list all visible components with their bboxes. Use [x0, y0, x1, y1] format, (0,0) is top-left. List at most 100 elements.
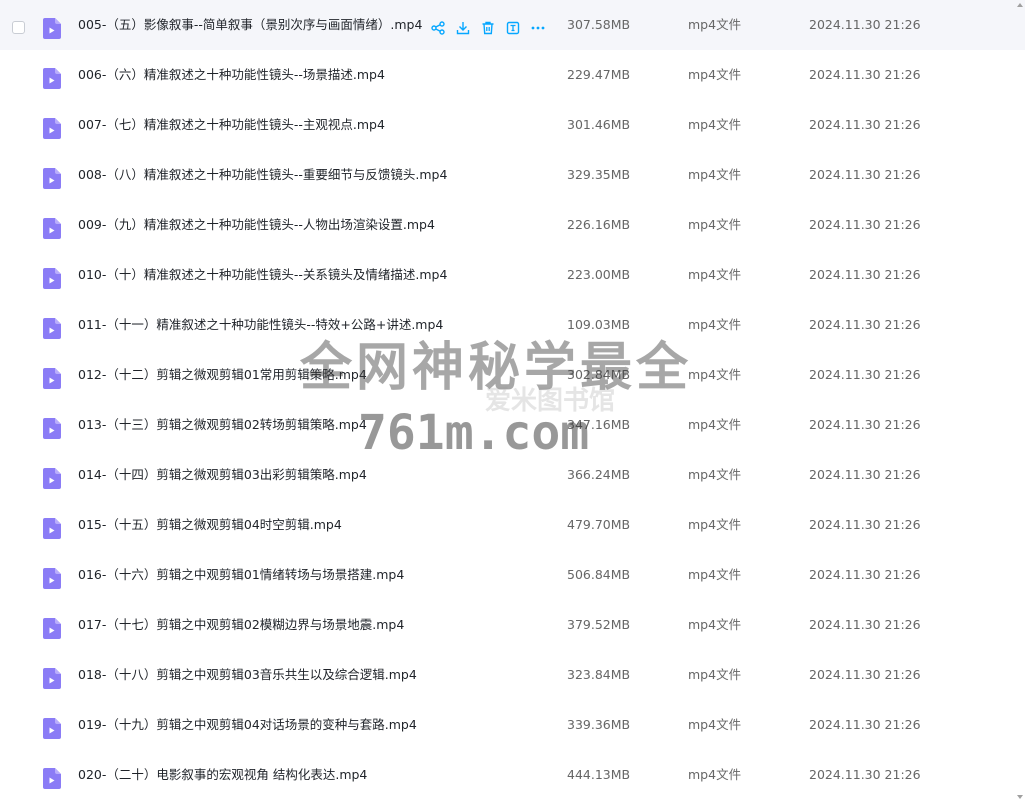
file-date: 2024.11.30 21:26	[809, 667, 921, 682]
video-file-icon	[43, 518, 61, 539]
video-file-icon	[43, 118, 61, 139]
file-name[interactable]: 006-（六）精准叙述之十种功能性镜头--场景描述.mp4	[78, 50, 385, 100]
file-type: mp4文件	[688, 67, 742, 82]
file-name[interactable]: 014-（十四）剪辑之微观剪辑03出彩剪辑策略.mp4	[78, 450, 367, 500]
file-name[interactable]: 019-（十九）剪辑之中观剪辑04对话场景的变种与套路.mp4	[78, 700, 417, 750]
file-row[interactable]: 020-（二十）电影叙事的宏观视角 结构化表达.mp4 444.13MB mp4文件…	[0, 750, 1025, 800]
video-file-icon	[43, 418, 61, 439]
file-date: 2024.11.30 21:26	[809, 567, 921, 582]
file-type: mp4文件	[688, 17, 742, 32]
file-size: 444.13MB	[567, 767, 631, 782]
delete-icon[interactable]	[480, 20, 496, 36]
file-size: 302.84MB	[567, 367, 631, 382]
share-icon[interactable]	[430, 20, 446, 36]
row-actions	[430, 20, 546, 36]
file-date: 2024.11.30 21:26	[809, 467, 921, 482]
video-file-icon	[43, 718, 61, 739]
file-row[interactable]: 018-（十八）剪辑之中观剪辑03音乐共生以及综合逻辑.mp4 323.84MB m…	[0, 650, 1025, 700]
more-icon[interactable]	[530, 20, 546, 36]
file-row[interactable]: 010-（十）精准叙述之十种功能性镜头--关系镜头及情绪描述.mp4 223.00…	[0, 250, 1025, 300]
video-file-icon	[43, 218, 61, 239]
file-name[interactable]: 012-（十二）剪辑之微观剪辑01常用剪辑策略.mp4	[78, 350, 367, 400]
file-name[interactable]: 018-（十八）剪辑之中观剪辑03音乐共生以及综合逻辑.mp4	[78, 650, 417, 700]
file-type: mp4文件	[688, 367, 742, 382]
file-type: mp4文件	[688, 467, 742, 482]
file-row[interactable]: 009-（九）精准叙述之十种功能性镜头--人物出场渲染设置.mp4 226.16M…	[0, 200, 1025, 250]
file-type: mp4文件	[688, 117, 742, 132]
file-date: 2024.11.30 21:26	[809, 417, 921, 432]
file-size: 307.58MB	[567, 17, 631, 32]
file-size: 366.24MB	[567, 467, 631, 482]
video-file-icon	[43, 668, 61, 689]
file-type: mp4文件	[688, 417, 742, 432]
file-size: 226.16MB	[567, 217, 631, 232]
file-name[interactable]: 020-（二十）电影叙事的宏观视角 结构化表达.mp4	[78, 750, 367, 800]
video-file-icon	[43, 468, 61, 489]
file-size: 109.03MB	[567, 317, 631, 332]
file-date: 2024.11.30 21:26	[809, 17, 921, 32]
file-type: mp4文件	[688, 267, 742, 282]
file-type: mp4文件	[688, 167, 742, 182]
download-icon[interactable]	[455, 20, 471, 36]
video-file-icon	[43, 618, 61, 639]
file-row[interactable]: 013-（十三）剪辑之微观剪辑02转场剪辑策略.mp4 347.16MB mp4文件…	[0, 400, 1025, 450]
file-row[interactable]: 014-（十四）剪辑之微观剪辑03出彩剪辑策略.mp4 366.24MB mp4文件…	[0, 450, 1025, 500]
file-list: 005-（五）影像叙事--简单叙事（景别次序与画面情绪）.mp4 307.58MB…	[0, 0, 1025, 802]
video-file-icon	[43, 18, 61, 39]
file-type: mp4文件	[688, 767, 742, 782]
file-row[interactable]: 012-（十二）剪辑之微观剪辑01常用剪辑策略.mp4 302.84MB mp4文件…	[0, 350, 1025, 400]
file-size: 347.16MB	[567, 417, 631, 432]
file-name[interactable]: 017-（十七）剪辑之中观剪辑02模糊边界与场景地震.mp4	[78, 600, 404, 650]
file-date: 2024.11.30 21:26	[809, 267, 921, 282]
video-file-icon	[43, 368, 61, 389]
file-size: 229.47MB	[567, 67, 631, 82]
file-date: 2024.11.30 21:26	[809, 767, 921, 782]
file-type: mp4文件	[688, 217, 742, 232]
file-date: 2024.11.30 21:26	[809, 217, 921, 232]
file-date: 2024.11.30 21:26	[809, 67, 921, 82]
file-type: mp4文件	[688, 567, 742, 582]
file-row[interactable]: 006-（六）精准叙述之十种功能性镜头--场景描述.mp4 229.47MB mp4…	[0, 50, 1025, 100]
file-name[interactable]: 008-（八）精准叙述之十种功能性镜头--重要细节与反馈镜头.mp4	[78, 150, 447, 200]
file-name[interactable]: 013-（十三）剪辑之微观剪辑02转场剪辑策略.mp4	[78, 400, 367, 450]
file-name[interactable]: 011-（十一）精准叙述之十种功能性镜头--特效+公路+讲述.mp4	[78, 300, 443, 350]
file-row[interactable]: 011-（十一）精准叙述之十种功能性镜头--特效+公路+讲述.mp4 109.03…	[0, 300, 1025, 350]
file-name[interactable]: 007-（七）精准叙述之十种功能性镜头--主观视点.mp4	[78, 100, 385, 150]
file-row[interactable]: 005-（五）影像叙事--简单叙事（景别次序与画面情绪）.mp4 307.58MB…	[0, 0, 1025, 50]
file-name[interactable]: 005-（五）影像叙事--简单叙事（景别次序与画面情绪）.mp4	[78, 0, 422, 50]
file-date: 2024.11.30 21:26	[809, 717, 921, 732]
file-date: 2024.11.30 21:26	[809, 117, 921, 132]
file-name[interactable]: 010-（十）精准叙述之十种功能性镜头--关系镜头及情绪描述.mp4	[78, 250, 447, 300]
file-type: mp4文件	[688, 667, 742, 682]
file-size: 329.35MB	[567, 167, 631, 182]
row-checkbox[interactable]	[12, 21, 25, 34]
rename-icon[interactable]	[505, 20, 521, 36]
file-name[interactable]: 015-（十五）剪辑之微观剪辑04时空剪辑.mp4	[78, 500, 342, 550]
file-row[interactable]: 015-（十五）剪辑之微观剪辑04时空剪辑.mp4 479.70MB mp4文件 20…	[0, 500, 1025, 550]
file-name[interactable]: 009-（九）精准叙述之十种功能性镜头--人物出场渲染设置.mp4	[78, 200, 435, 250]
file-size: 323.84MB	[567, 667, 631, 682]
file-date: 2024.11.30 21:26	[809, 317, 921, 332]
file-size: 223.00MB	[567, 267, 631, 282]
video-file-icon	[43, 268, 61, 289]
video-file-icon	[43, 568, 61, 589]
file-size: 339.36MB	[567, 717, 631, 732]
file-size: 379.52MB	[567, 617, 631, 632]
video-file-icon	[43, 318, 61, 339]
scrollbar[interactable]	[1015, 0, 1025, 802]
file-row[interactable]: 019-（十九）剪辑之中观剪辑04对话场景的变种与套路.mp4 339.36MB m…	[0, 700, 1025, 750]
video-file-icon	[43, 168, 61, 189]
file-row[interactable]: 016-（十六）剪辑之中观剪辑01情绪转场与场景搭建.mp4 506.84MB mp…	[0, 550, 1025, 600]
scroll-up-arrow[interactable]	[1017, 3, 1023, 7]
file-row[interactable]: 017-（十七）剪辑之中观剪辑02模糊边界与场景地震.mp4 379.52MB mp…	[0, 600, 1025, 650]
video-file-icon	[43, 68, 61, 89]
scroll-down-arrow[interactable]	[1017, 795, 1023, 799]
file-row[interactable]: 008-（八）精准叙述之十种功能性镜头--重要细节与反馈镜头.mp4 329.35…	[0, 150, 1025, 200]
file-size: 301.46MB	[567, 117, 631, 132]
file-date: 2024.11.30 21:26	[809, 167, 921, 182]
file-type: mp4文件	[688, 617, 742, 632]
file-date: 2024.11.30 21:26	[809, 367, 921, 382]
file-row[interactable]: 007-（七）精准叙述之十种功能性镜头--主观视点.mp4 301.46MB mp4…	[0, 100, 1025, 150]
video-file-icon	[43, 768, 61, 789]
file-name[interactable]: 016-（十六）剪辑之中观剪辑01情绪转场与场景搭建.mp4	[78, 550, 404, 600]
